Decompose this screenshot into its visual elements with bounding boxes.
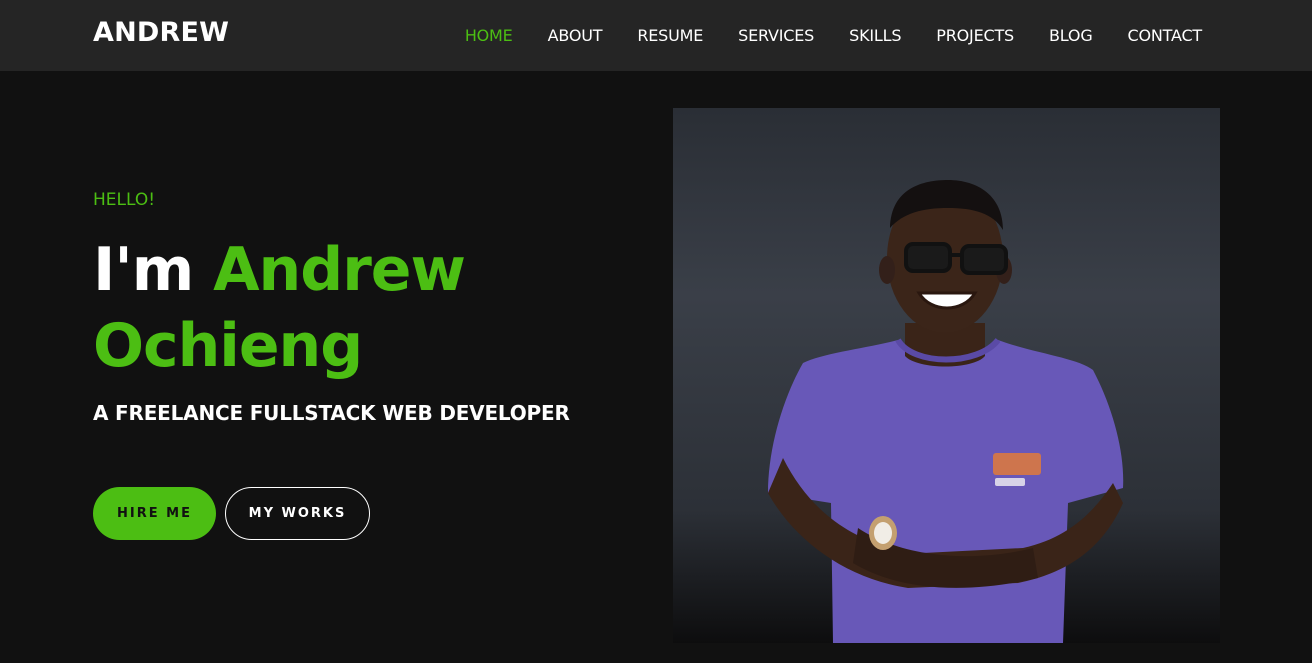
nav-blog-link[interactable]: BLOG <box>1049 26 1093 45</box>
my-works-button[interactable]: MY WORKS <box>225 487 370 540</box>
hero-name-first: Andrew <box>213 235 466 305</box>
nav-about-link[interactable]: ABOUT <box>548 26 603 45</box>
hero-name-last: Ochieng <box>93 311 363 381</box>
nav-skills-link[interactable]: SKILLS <box>849 26 901 45</box>
hero-section: HELLO! I'm Andrew Ochieng A FREELANCE FU… <box>93 190 653 425</box>
brand-logo[interactable]: ANDREW <box>93 17 229 48</box>
hero-subtitle: A FREELANCE FULLSTACK WEB DEVELOPER <box>93 401 570 425</box>
top-navbar: ANDREW HOME ABOUT RESUME SERVICES SKILLS… <box>0 0 1312 71</box>
hire-me-button[interactable]: HIRE ME <box>93 487 216 540</box>
nav-projects-link[interactable]: PROJECTS <box>936 26 1014 45</box>
main-nav: HOME ABOUT RESUME SERVICES SKILLS PROJEC… <box>430 0 1202 71</box>
nav-contact-link[interactable]: CONTACT <box>1128 26 1203 45</box>
hero-buttons: HIRE ME MY WORKS <box>93 487 370 540</box>
hero-greeting: HELLO! <box>93 190 156 210</box>
hero-intro: I'm <box>93 235 194 305</box>
profile-photo <box>673 108 1220 643</box>
nav-services-link[interactable]: SERVICES <box>738 26 814 45</box>
person-illustration <box>768 180 1124 643</box>
nav-resume-link[interactable]: RESUME <box>637 26 703 45</box>
hero-headline: I'm Andrew Ochieng <box>93 232 653 384</box>
nav-home-link[interactable]: HOME <box>465 26 513 45</box>
